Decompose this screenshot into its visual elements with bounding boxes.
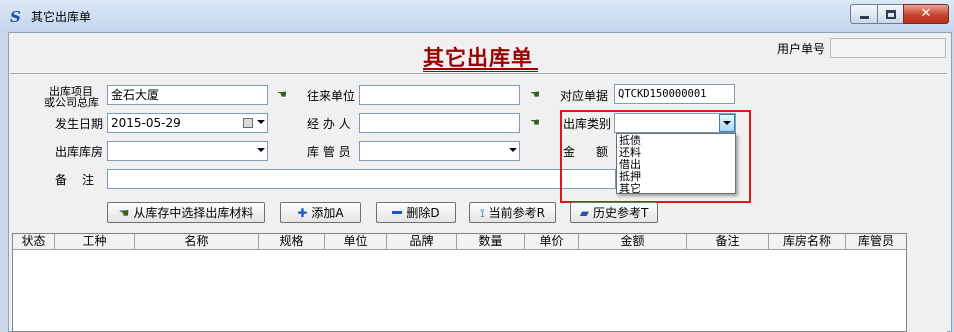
select-from-stock-label: 从库存中选择出库材料 <box>133 205 254 220</box>
remark-field[interactable] <box>107 169 616 189</box>
user-no-field[interactable] <box>830 38 946 58</box>
minimize-icon <box>859 16 869 19</box>
window-titlebar[interactable] <box>0 0 954 32</box>
current-ref-label: 当前参考R <box>488 205 545 220</box>
keeper-combo[interactable] <box>359 141 520 161</box>
minus-icon <box>392 211 403 214</box>
highlight-box <box>560 110 751 203</box>
select-from-stock-button[interactable]: ☚ 从库存中选择出库材料 <box>107 202 265 223</box>
maximize-icon <box>885 9 896 19</box>
column-header-name[interactable]: 名称 <box>135 234 259 250</box>
column-header-unit[interactable]: 单位 <box>325 234 387 250</box>
column-header-keeper[interactable]: 库管员 <box>846 234 906 250</box>
title-underline-2 <box>423 71 538 72</box>
date-field[interactable]: 2015-05-29 <box>107 113 268 133</box>
remark-label-2: 注 <box>82 173 95 187</box>
window-title: 其它出库单 <box>31 10 92 24</box>
column-header-brand[interactable]: 品牌 <box>387 234 457 250</box>
add-button[interactable]: ✚ 添加A <box>280 202 361 223</box>
reference-icon: ⟟ <box>480 205 485 220</box>
warehouse-label: 出库库房 <box>55 145 104 159</box>
user-no-label: 用户单号 <box>777 42 826 56</box>
column-header-amount[interactable]: 金额 <box>579 234 687 250</box>
plus-icon: ✚ <box>297 205 308 220</box>
table-header: 状态 工种 名称 规格 单位 品牌 数量 单价 金额 备注 库房名称 库管员 <box>13 234 906 250</box>
pick-project-icon[interactable]: ☚ <box>274 89 290 101</box>
table-side-area <box>907 233 947 332</box>
warehouse-combo[interactable] <box>107 141 268 161</box>
delete-button[interactable]: 删除D <box>376 202 456 223</box>
pick-handler-icon[interactable]: ☚ <box>527 117 543 129</box>
project-label-line2: 或公司总库 <box>44 96 99 109</box>
chevron-down-icon[interactable] <box>509 148 517 152</box>
column-header-status[interactable]: 状态 <box>13 234 55 250</box>
column-header-trade[interactable]: 工种 <box>55 234 135 250</box>
add-label: 添加A <box>311 205 344 220</box>
chevron-down-icon[interactable] <box>257 148 265 152</box>
hand-pointer-icon: ☚ <box>118 205 130 220</box>
header-divider <box>10 73 947 74</box>
remark-label-1: 备 <box>55 173 68 187</box>
column-header-qty[interactable]: 数量 <box>457 234 525 250</box>
minimize-button[interactable] <box>850 4 878 24</box>
keeper-label: 库 管 员 <box>307 145 351 159</box>
date-value: 2015-05-29 <box>111 116 181 130</box>
close-icon: ✕ <box>920 6 932 21</box>
date-label: 发生日期 <box>55 117 104 131</box>
column-header-spec[interactable]: 规格 <box>259 234 325 250</box>
history-ref-button[interactable]: ▰ 历史参考T <box>570 202 658 223</box>
app-icon: S <box>10 8 21 26</box>
book-icon: ▰ <box>579 205 589 220</box>
pick-partner-icon[interactable]: ☚ <box>527 89 543 101</box>
maximize-button[interactable] <box>877 4 904 24</box>
close-button[interactable]: ✕ <box>903 4 949 24</box>
delete-label: 删除D <box>406 205 440 220</box>
title-underline <box>423 68 538 70</box>
project-field[interactable]: 金石大厦 <box>107 85 268 105</box>
column-header-warehouse[interactable]: 库房名称 <box>769 234 846 250</box>
column-header-remark[interactable]: 备注 <box>687 234 769 250</box>
partner-label: 往来单位 <box>307 89 356 103</box>
handler-label: 经 办 人 <box>307 117 351 131</box>
chevron-down-icon[interactable] <box>257 120 265 124</box>
handler-field[interactable] <box>359 113 520 133</box>
history-ref-label: 历史参考T <box>592 205 649 220</box>
column-header-price[interactable]: 单价 <box>525 234 579 250</box>
ref-doc-label: 对应单据 <box>560 89 609 103</box>
current-ref-button[interactable]: ⟟ 当前参考R <box>469 202 556 223</box>
ref-doc-field[interactable]: QTCKD150000001 <box>614 84 735 104</box>
calendar-icon[interactable] <box>243 118 253 128</box>
partner-field[interactable] <box>359 85 520 105</box>
